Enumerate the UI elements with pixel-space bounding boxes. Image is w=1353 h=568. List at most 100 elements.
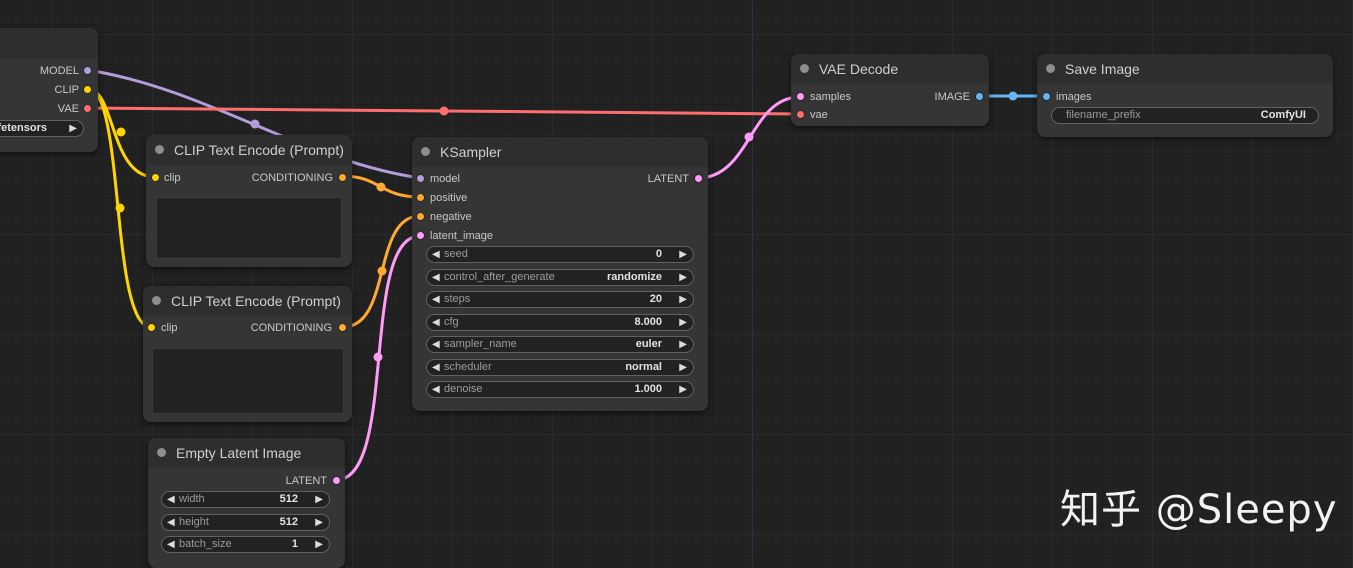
previous-arrow-icon[interactable]: ◀: [432, 360, 440, 375]
link-model-midpoint: [250, 119, 260, 129]
collapse-dot-icon[interactable]: [152, 296, 161, 305]
increment-arrow-icon[interactable]: ▶: [315, 492, 323, 507]
node-clip-text-encode-1[interactable]: CLIP Text Encode (Prompt) clip CONDITION…: [146, 135, 352, 267]
input-label-vae: vae: [810, 109, 828, 121]
increment-arrow-icon[interactable]: ▶: [679, 292, 687, 307]
link-vae: [87, 106, 801, 116]
output-slot-image[interactable]: [976, 93, 983, 100]
next-arrow-icon[interactable]: ▶: [679, 270, 687, 285]
input-label-latent-image: latent_image: [430, 230, 493, 242]
input-label-negative: negative: [430, 211, 472, 223]
node-save-image[interactable]: Save Image images filename_prefix ComfyU…: [1037, 54, 1333, 137]
input-slot-positive[interactable]: [417, 194, 424, 201]
collapse-dot-icon[interactable]: [1046, 64, 1055, 73]
previous-arrow-icon[interactable]: ◀: [432, 337, 440, 352]
output-label-clip: CLIP: [54, 84, 79, 96]
link-vae-midpoint: [439, 106, 449, 116]
widget-name: width: [179, 493, 205, 505]
input-slot-images[interactable]: [1043, 93, 1050, 100]
next-arrow-icon[interactable]: ▶: [679, 337, 687, 352]
output-label-model: MODEL: [39, 65, 79, 77]
output-label-vae: VAE: [57, 103, 79, 115]
node-title-bar[interactable]: CLIP Text Encode (Prompt): [143, 286, 352, 316]
node-title: Empty Latent Image: [176, 445, 302, 461]
widget-name: height: [179, 516, 209, 528]
output-slot-model[interactable]: [84, 67, 91, 74]
increment-arrow-icon[interactable]: ▶: [679, 247, 687, 262]
input-slot-clip[interactable]: [148, 324, 155, 331]
next-arrow-icon[interactable]: ▶: [69, 121, 77, 136]
output-slot-vae[interactable]: [84, 105, 91, 112]
node-ksampler[interactable]: KSampler model positive negative latent_…: [412, 137, 708, 411]
denoise-number-widget[interactable]: ◀ denoise 1.000 ▶: [426, 381, 694, 398]
node-title: VAE Decode: [819, 61, 899, 77]
prompt-text-area[interactable]: [156, 197, 342, 259]
height-number-widget[interactable]: ◀ height 512 ▶: [161, 514, 330, 531]
widget-value: euler: [635, 338, 662, 350]
control-after-generate-combo[interactable]: ◀ control_after_generate randomize ▶: [426, 269, 694, 286]
next-arrow-icon[interactable]: ▶: [679, 360, 687, 375]
node-vae-decode[interactable]: VAE Decode samples vae IMAGE: [791, 54, 989, 126]
input-slot-clip[interactable]: [152, 174, 159, 181]
input-slot-negative[interactable]: [417, 213, 424, 220]
node-checkpoint-loader[interactable]: MODEL CLIP VAE afetensors ▶: [0, 28, 98, 152]
batch-size-number-widget[interactable]: ◀ batch_size 1 ▶: [161, 536, 330, 553]
node-title-bar[interactable]: [0, 28, 98, 58]
decrement-arrow-icon[interactable]: ◀: [432, 315, 440, 330]
link-negative: [342, 214, 421, 329]
link-latent-image-midpoint: [373, 352, 383, 362]
collapse-dot-icon[interactable]: [800, 64, 809, 73]
scheduler-combo[interactable]: ◀ scheduler normal ▶: [426, 359, 694, 376]
node-title-bar[interactable]: Empty Latent Image: [148, 438, 345, 468]
input-slot-samples[interactable]: [797, 93, 804, 100]
widget-value: 512: [279, 493, 298, 505]
input-label-clip: clip: [164, 172, 181, 184]
node-title-bar[interactable]: Save Image: [1037, 54, 1333, 84]
decrement-arrow-icon[interactable]: ◀: [167, 492, 175, 507]
widget-name: sampler_name: [444, 338, 517, 350]
decrement-arrow-icon[interactable]: ◀: [167, 537, 175, 552]
node-title-bar[interactable]: VAE Decode: [791, 54, 989, 84]
output-slot-clip[interactable]: [84, 86, 91, 93]
decrement-arrow-icon[interactable]: ◀: [432, 382, 440, 397]
link-clip-1: [87, 87, 156, 179]
seed-number-widget[interactable]: ◀ seed 0 ▶: [426, 246, 694, 263]
widget-name: batch_size: [179, 538, 232, 550]
sampler-name-combo[interactable]: ◀ sampler_name euler ▶: [426, 336, 694, 353]
input-slot-latent-image[interactable]: [417, 232, 424, 239]
previous-arrow-icon[interactable]: ◀: [432, 270, 440, 285]
input-slot-vae[interactable]: [797, 111, 804, 118]
widget-value: ComfyUI: [1260, 109, 1306, 121]
output-slot-latent[interactable]: [695, 175, 702, 182]
node-title: CLIP Text Encode (Prompt): [171, 293, 341, 309]
increment-arrow-icon[interactable]: ▶: [679, 382, 687, 397]
ckpt-name-combo[interactable]: afetensors ▶: [0, 120, 84, 137]
steps-number-widget[interactable]: ◀ steps 20 ▶: [426, 291, 694, 308]
output-slot-latent[interactable]: [333, 477, 340, 484]
node-clip-text-encode-2[interactable]: CLIP Text Encode (Prompt) clip CONDITION…: [143, 286, 352, 422]
prompt-text-area[interactable]: [152, 348, 344, 414]
decrement-arrow-icon[interactable]: ◀: [167, 515, 175, 530]
input-slot-model[interactable]: [417, 175, 424, 182]
collapse-dot-icon[interactable]: [421, 147, 430, 156]
node-empty-latent-image[interactable]: Empty Latent Image LATENT ◀ width 512 ▶ …: [148, 438, 345, 568]
increment-arrow-icon[interactable]: ▶: [679, 315, 687, 330]
widget-name: control_after_generate: [444, 271, 555, 283]
output-slot-conditioning[interactable]: [339, 174, 346, 181]
node-title-bar[interactable]: CLIP Text Encode (Prompt): [146, 135, 352, 165]
output-slot-conditioning[interactable]: [339, 324, 346, 331]
node-title-bar[interactable]: KSampler: [412, 137, 708, 167]
output-label-latent: LATENT: [647, 173, 689, 185]
widget-value: randomize: [606, 271, 662, 283]
widget-name: seed: [444, 248, 468, 260]
increment-arrow-icon[interactable]: ▶: [315, 537, 323, 552]
input-label-clip: clip: [161, 322, 178, 334]
collapse-dot-icon[interactable]: [157, 448, 166, 457]
increment-arrow-icon[interactable]: ▶: [315, 515, 323, 530]
decrement-arrow-icon[interactable]: ◀: [432, 292, 440, 307]
width-number-widget[interactable]: ◀ width 512 ▶: [161, 491, 330, 508]
collapse-dot-icon[interactable]: [155, 145, 164, 154]
filename-prefix-text-widget[interactable]: filename_prefix ComfyUI: [1051, 107, 1319, 124]
cfg-number-widget[interactable]: ◀ cfg 8.000 ▶: [426, 314, 694, 331]
decrement-arrow-icon[interactable]: ◀: [432, 247, 440, 262]
